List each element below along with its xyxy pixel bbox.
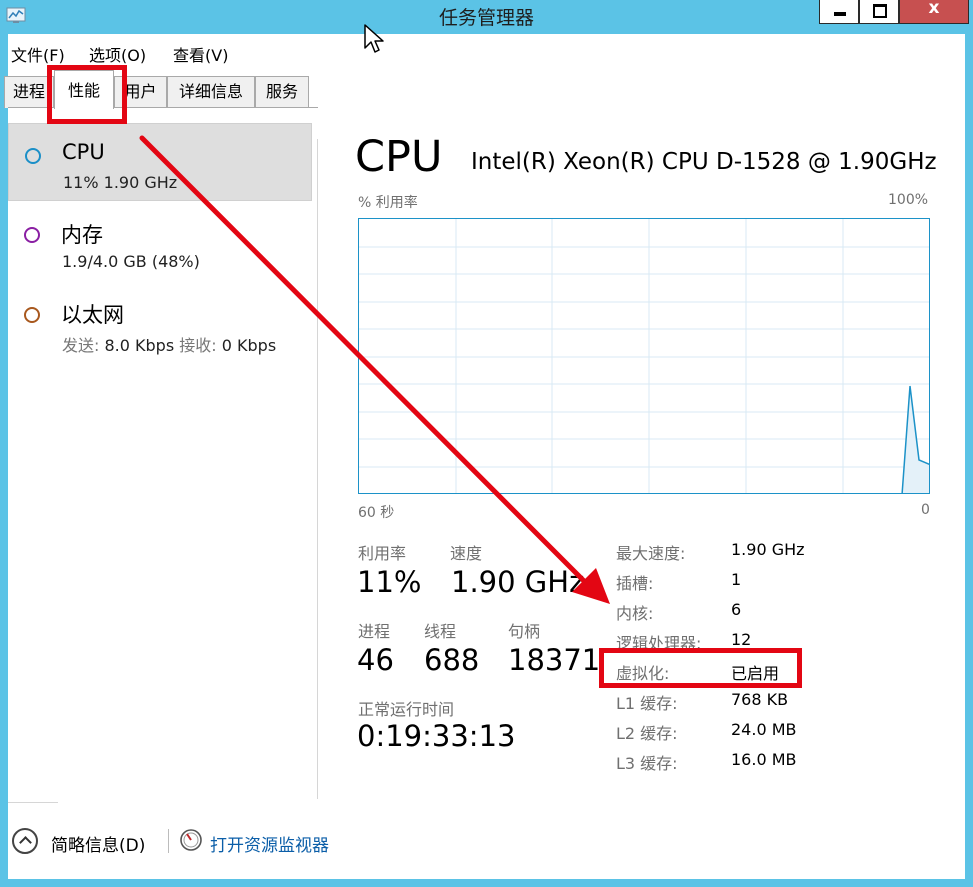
pane-divider[interactable] bbox=[317, 139, 318, 799]
spec-key-cores: 内核: bbox=[616, 604, 654, 623]
footer: 简略信息(D) 打开资源监视器 bbox=[8, 822, 965, 866]
resource-ethernet-sub: 发送: 8.0 Kbps 接收: 0 Kbps bbox=[62, 332, 276, 356]
spec-value-logical: 12 bbox=[731, 630, 752, 649]
threads-value: 688 bbox=[424, 643, 480, 677]
graph-y-label: % 利用率 bbox=[358, 195, 418, 211]
maximize-button[interactable] bbox=[859, 0, 899, 24]
cpu-utilization-graph bbox=[358, 218, 930, 494]
uptime-label: 正常运行时间 bbox=[358, 700, 455, 719]
tab-services[interactable]: 服务 bbox=[255, 76, 309, 108]
speed-label: 速度 bbox=[450, 544, 483, 563]
cpu-circle-icon bbox=[25, 148, 41, 164]
resource-list: CPU 11% 1.90 GHz 内存 1.9/4.0 GB (48%) 以太网… bbox=[8, 114, 318, 804]
minimize-button[interactable] bbox=[819, 0, 859, 24]
processes-value: 46 bbox=[357, 643, 394, 677]
recv-value: 0 Kbps bbox=[221, 336, 277, 355]
close-button[interactable]: x bbox=[899, 0, 969, 24]
tab-performance[interactable]: 性能 bbox=[54, 70, 114, 109]
graph-svg bbox=[359, 219, 929, 493]
annotation-box-virtualization bbox=[599, 648, 802, 688]
menu-options[interactable]: 选项(O) bbox=[89, 42, 146, 66]
tab-details[interactable]: 详细信息 bbox=[167, 76, 255, 108]
close-icon: x bbox=[928, 0, 940, 18]
spec-value-sockets: 1 bbox=[731, 570, 742, 589]
menu-file[interactable]: 文件(F) bbox=[11, 42, 65, 66]
graph-y-max: 100% bbox=[888, 192, 929, 208]
spec-value-cores: 6 bbox=[731, 600, 742, 619]
spec-value-l2: 24.0 MB bbox=[731, 720, 797, 739]
resource-cpu-name: CPU bbox=[62, 140, 105, 164]
resource-memory-name: 内存 bbox=[61, 223, 103, 247]
speed-value: 1.90 GHz bbox=[451, 565, 585, 599]
open-resource-monitor-link[interactable]: 打开资源监视器 bbox=[210, 831, 329, 856]
resource-memory-sub: 1.9/4.0 GB (48%) bbox=[62, 252, 200, 271]
handles-label: 句柄 bbox=[508, 622, 541, 641]
spec-key-max-speed: 最大速度: bbox=[616, 544, 686, 563]
spec-value-l1: 768 KB bbox=[731, 690, 789, 709]
resource-cpu[interactable]: CPU 11% 1.90 GHz bbox=[8, 123, 312, 201]
threads-label: 线程 bbox=[424, 622, 457, 641]
footer-divider bbox=[168, 829, 169, 853]
page-title: CPU bbox=[355, 132, 443, 182]
menu-view[interactable]: 查看(V) bbox=[173, 42, 228, 66]
mouse-cursor-icon bbox=[364, 24, 384, 53]
send-value: 8.0 Kbps bbox=[104, 336, 175, 355]
ethernet-circle-icon bbox=[24, 307, 40, 323]
resource-memory[interactable]: 内存 1.9/4.0 GB (48%) bbox=[8, 203, 312, 281]
utilization-label: 利用率 bbox=[358, 544, 407, 563]
menu-bar: 文件(F) 选项(O) 查看(V) bbox=[8, 34, 965, 68]
fewer-details-button[interactable]: 简略信息(D) bbox=[51, 831, 145, 856]
window-client: 文件(F) 选项(O) 查看(V) 进程 性能 用户 详细信息 服务 CPU 1… bbox=[4, 34, 965, 879]
processes-label: 进程 bbox=[358, 622, 391, 641]
resource-cpu-sub: 11% 1.90 GHz bbox=[63, 173, 178, 192]
resource-ethernet-name: 以太网 bbox=[61, 303, 124, 327]
title-bar: 任务管理器 x bbox=[0, 0, 973, 34]
memory-circle-icon bbox=[24, 227, 40, 243]
tab-bar: 进程 性能 用户 详细信息 服务 bbox=[4, 68, 965, 109]
graph-x-left: 60 秒 bbox=[358, 505, 395, 521]
resource-ethernet[interactable]: 以太网 发送: 8.0 Kbps 接收: 0 Kbps bbox=[8, 283, 312, 361]
chevron-up-icon[interactable] bbox=[12, 828, 38, 854]
graph-x-right: 0 bbox=[921, 502, 930, 518]
resource-monitor-icon[interactable] bbox=[179, 828, 203, 852]
send-label: 发送: bbox=[62, 336, 100, 355]
spec-key-sockets: 插槽: bbox=[616, 574, 654, 593]
handles-value: 18371 bbox=[508, 643, 601, 677]
spec-key-l1: L1 缓存: bbox=[616, 694, 678, 713]
spec-value-max-speed: 1.90 GHz bbox=[731, 540, 805, 559]
spec-key-l2: L2 缓存: bbox=[616, 724, 678, 743]
cpu-model: Intel(R) Xeon(R) CPU D-1528 @ 1.90GHz bbox=[471, 149, 937, 175]
footer-separator bbox=[8, 802, 58, 803]
uptime-value: 0:19:33:13 bbox=[357, 719, 516, 753]
utilization-value: 11% bbox=[357, 565, 422, 599]
recv-label: 接收: bbox=[179, 336, 217, 355]
spec-key-l3: L3 缓存: bbox=[616, 754, 678, 773]
spec-value-l3: 16.0 MB bbox=[731, 750, 797, 769]
